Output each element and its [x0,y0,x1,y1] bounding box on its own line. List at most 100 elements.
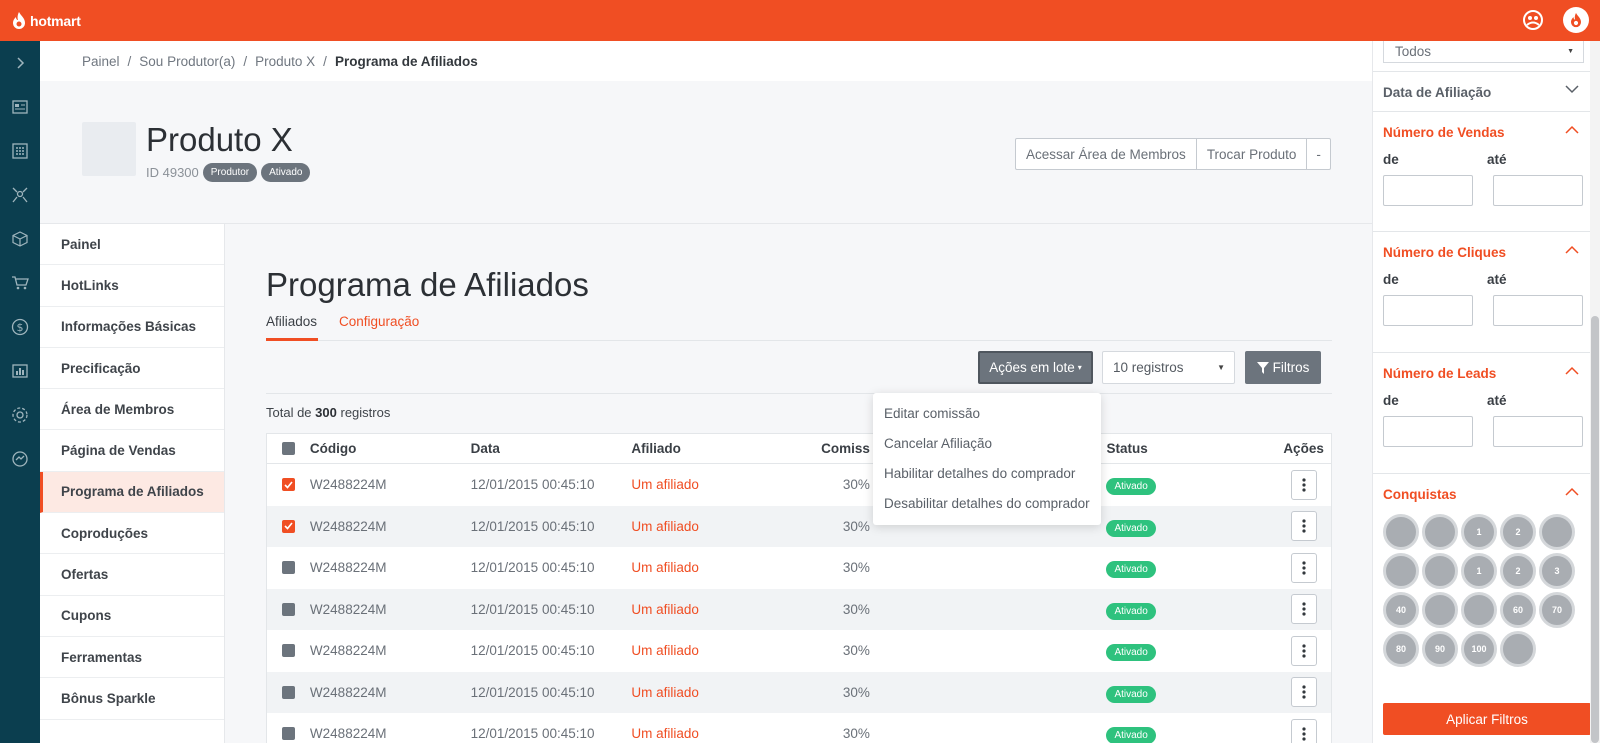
achievement-medal-icon[interactable]: 2 [1500,514,1536,550]
menu-item-cancel-affiliation[interactable]: Cancelar Afiliação [873,428,1101,458]
header-code[interactable]: Código [310,441,471,456]
tab-affiliates[interactable]: Afiliados [266,314,318,341]
affiliate-link[interactable]: Um afiliado [631,477,792,492]
select-all-checkbox[interactable] [281,442,295,455]
header-date[interactable]: Data [471,441,632,456]
menu-item-enable-buyer-details[interactable]: Habilitar detalhes do comprador [873,458,1101,488]
row-checkbox[interactable] [281,602,295,616]
row-checkbox[interactable] [281,561,295,575]
menu-item-sparkle-bonus[interactable]: Bônus Sparkle [40,678,224,720]
user-avatar[interactable] [1563,7,1589,33]
row-actions-button[interactable] [1290,511,1317,542]
affiliate-link[interactable]: Um afiliado [631,726,792,741]
achievement-medal-icon[interactable] [1422,592,1458,628]
row-checkbox[interactable] [281,685,295,699]
scrollbar[interactable] [1590,41,1600,743]
gear-icon[interactable] [0,393,40,437]
records-per-page-select[interactable]: 10 registros ▼ [1102,351,1235,384]
filter-affiliation-date-header[interactable]: Data de Afiliação [1373,72,1591,112]
breadcrumb-item-producer[interactable]: Sou Produtor(a) [139,54,235,69]
filter-leads-header[interactable]: Número de Leads [1373,353,1591,393]
achievement-medal-icon[interactable]: 3 [1539,553,1575,589]
dashboard-icon[interactable] [0,85,40,129]
brand-logo[interactable]: hotmart [12,11,81,30]
row-actions-button[interactable] [1290,469,1317,500]
box-icon[interactable] [0,217,40,261]
achievement-medal-icon[interactable] [1461,592,1497,628]
row-checkbox[interactable] [281,644,295,658]
menu-item-disable-buyer-details[interactable]: Desabilitar detalhes do comprador [873,488,1101,518]
clicks-from-input[interactable] [1383,295,1473,326]
achievement-medal-icon[interactable]: 60 [1500,592,1536,628]
apply-filters-button[interactable]: Aplicar Filtros [1383,703,1591,735]
dollar-icon[interactable]: $ [0,305,40,349]
menu-item-affiliate-program[interactable]: Programa de Afiliados [40,471,224,514]
row-checkbox[interactable] [281,727,295,741]
filter-clicks-header[interactable]: Número de Cliques [1373,232,1591,272]
achievement-medal-icon[interactable]: 40 [1383,592,1419,628]
support-icon[interactable] [1520,7,1546,33]
achievement-medal-icon[interactable] [1383,553,1419,589]
menu-item-offers[interactable]: Ofertas [40,554,224,596]
clicks-to-input[interactable] [1493,295,1583,326]
row-actions-button[interactable] [1290,594,1317,625]
sales-to-input[interactable] [1493,175,1583,206]
network-icon[interactable] [0,173,40,217]
menu-item-coproductions[interactable]: Coproduções [40,513,224,555]
row-actions-button[interactable] [1290,552,1317,583]
row-actions-button[interactable] [1290,635,1317,666]
header-affiliate[interactable]: Afiliado [631,441,792,456]
menu-item-sales-page[interactable]: Página de Vendas [40,430,224,472]
chevron-right-icon[interactable] [0,41,40,85]
tab-configuration[interactable]: Configuração [339,314,419,329]
grid-icon[interactable] [0,129,40,173]
menu-item-members-area[interactable]: Área de Membros [40,389,224,431]
refresh-icon[interactable] [0,437,40,481]
scrollbar-thumb[interactable] [1591,316,1599,743]
chart-icon[interactable] [0,349,40,393]
achievement-medal-icon[interactable]: 100 [1461,631,1497,667]
row-actions-button[interactable] [1290,677,1317,708]
menu-item-hotlinks[interactable]: HotLinks [40,265,224,307]
affiliate-link[interactable]: Um afiliado [631,643,792,658]
achievement-medal-icon[interactable] [1383,514,1419,550]
achievement-medal-icon[interactable] [1500,631,1536,667]
switch-product-button[interactable]: Trocar Produto [1197,139,1308,169]
achievement-medal-icon[interactable] [1422,514,1458,550]
menu-item-edit-commission[interactable]: Editar comissão [873,398,1101,428]
cart-icon[interactable] [0,261,40,305]
achievement-medal-icon[interactable]: 80 [1383,631,1419,667]
menu-item-tools[interactable]: Ferramentas [40,637,224,679]
affiliate-link[interactable]: Um afiliado [631,685,792,700]
members-area-button[interactable]: Acessar Área de Membros [1016,139,1197,169]
affiliate-link[interactable]: Um afiliado [631,602,792,617]
achievement-medal-icon[interactable]: 1 [1461,553,1497,589]
achievement-medal-icon[interactable] [1539,514,1575,550]
breadcrumb-item-painel[interactable]: Painel [82,54,120,69]
batch-actions-button[interactable]: Ações em lote ▾ [978,351,1093,384]
affiliate-link[interactable]: Um afiliado [631,560,792,575]
leads-to-input[interactable] [1493,416,1583,447]
menu-item-basic-info[interactable]: Informações Básicas [40,307,224,348]
filter-sales-header[interactable]: Número de Vendas [1373,112,1591,152]
header-status[interactable]: Status [1106,441,1276,456]
affiliate-link[interactable]: Um afiliado [631,519,792,534]
achievement-medal-icon[interactable]: 70 [1539,592,1575,628]
filter-achievements-header[interactable]: Conquistas [1373,474,1591,514]
row-actions-button[interactable] [1290,718,1317,743]
menu-item-pricing[interactable]: Precificação [40,348,224,390]
row-checkbox[interactable] [281,478,295,492]
achievement-medal-icon[interactable] [1422,553,1458,589]
header-commission[interactable]: Comiss [792,441,874,456]
row-checkbox[interactable] [281,519,295,533]
menu-item-painel[interactable]: Painel [40,224,224,266]
more-options-button[interactable]: - [1307,139,1330,169]
status-filter-select[interactable]: Todos ▼ [1383,41,1584,63]
achievement-medal-icon[interactable]: 1 [1461,514,1497,550]
menu-item-coupons[interactable]: Cupons [40,596,224,637]
achievement-medal-icon[interactable]: 2 [1500,553,1536,589]
sales-from-input[interactable] [1383,175,1473,206]
filters-button[interactable]: Filtros [1245,351,1321,384]
achievement-medal-icon[interactable]: 90 [1422,631,1458,667]
leads-from-input[interactable] [1383,416,1473,447]
